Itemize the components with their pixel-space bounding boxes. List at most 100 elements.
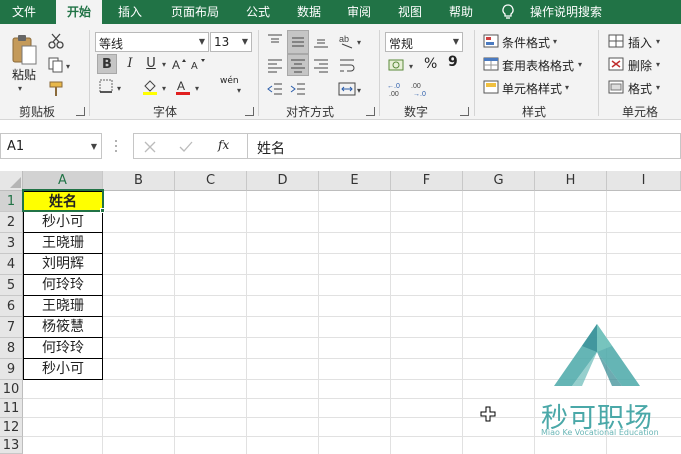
merge-dropdown-icon[interactable]: ▾ [357,86,361,95]
bold-button[interactable]: B [97,54,117,74]
number-format-select[interactable]: 常规 ▼ [385,32,463,52]
cell-a4[interactable]: 刘明辉 [23,254,103,275]
column-header-g[interactable]: G [463,171,535,191]
borders-dropdown-icon[interactable]: ▾ [117,84,121,93]
name-box[interactable]: A1 ▼ [0,133,102,159]
cell-styles-dropdown-icon[interactable]: ▾ [565,83,569,92]
enter-icon[interactable] [178,140,194,154]
tab-help[interactable]: 帮助 [440,0,482,24]
row-header-9[interactable]: 9 [0,359,23,380]
copy-dropdown-icon[interactable]: ▾ [66,62,70,71]
font-color-icon[interactable]: A [174,78,192,96]
increase-indent-icon[interactable] [289,80,307,98]
borders-icon[interactable] [98,78,114,94]
font-name-select[interactable]: 等线 ▼ [95,32,209,52]
row-header-3[interactable]: 3 [0,233,23,254]
conditional-format-button[interactable]: 条件格式 [502,34,550,51]
format-cells-icon[interactable] [608,80,624,94]
formula-input[interactable]: 姓名 [247,133,681,159]
column-header-i[interactable]: I [607,171,681,191]
clipboard-launcher-icon[interactable] [76,107,85,116]
drag-handle-icon[interactable] [113,138,119,154]
phonetic-button[interactable]: wén [220,76,239,86]
cell-a2[interactable]: 秒小可 [23,212,103,233]
align-right-icon[interactable] [312,56,330,74]
row-header-6[interactable]: 6 [0,296,23,317]
tab-page-layout[interactable]: 页面布局 [160,0,230,24]
column-header-a[interactable]: A [23,171,103,191]
cell-a7[interactable]: 杨筱慧 [23,317,103,338]
row-header-13[interactable]: 13 [0,437,23,454]
insert-cells-button[interactable]: 插入 [628,34,652,51]
cancel-icon[interactable] [143,140,157,154]
font-color-dropdown-icon[interactable]: ▾ [195,84,199,93]
format-painter-icon[interactable] [47,80,65,98]
format-as-table-icon[interactable] [483,57,499,71]
font-size-select[interactable]: 13 ▼ [210,32,252,52]
alignment-launcher-icon[interactable] [366,107,375,116]
insert-function-button[interactable]: fx [218,138,229,152]
increase-decimal-icon[interactable]: ←.0 .00 [387,80,407,98]
align-left-icon[interactable] [266,56,284,74]
cell-a6[interactable]: 王晓珊 [23,296,103,317]
format-cells-button[interactable]: 格式 [628,80,652,97]
cell-styles-icon[interactable] [483,80,499,94]
table-dropdown-icon[interactable]: ▾ [578,60,582,69]
row-header-5[interactable]: 5 [0,275,23,296]
orientation-dropdown-icon[interactable]: ▾ [357,38,361,47]
row-header-4[interactable]: 4 [0,254,23,275]
column-header-e[interactable]: E [319,171,391,191]
orientation-icon[interactable]: ab [338,32,356,50]
copy-icon[interactable] [47,56,65,74]
align-bottom-icon[interactable] [312,32,330,50]
insert-dropdown-icon[interactable]: ▾ [656,37,660,46]
tab-data[interactable]: 数据 [288,0,330,24]
column-header-d[interactable]: D [247,171,319,191]
insert-cells-icon[interactable] [608,34,624,48]
cell-a9[interactable]: 秒小可 [23,359,103,380]
cell-a5[interactable]: 何玲玲 [23,275,103,296]
percent-style-button[interactable]: % [424,56,437,72]
cut-icon[interactable] [47,32,65,50]
fill-color-icon[interactable] [141,78,159,96]
row-header-7[interactable]: 7 [0,317,23,338]
align-top-icon[interactable] [266,32,284,50]
row-header-2[interactable]: 2 [0,212,23,233]
column-header-h[interactable]: H [535,171,607,191]
cell-a8[interactable]: 何玲玲 [23,338,103,359]
font-launcher-icon[interactable] [245,107,254,116]
delete-cells-icon[interactable] [608,57,624,71]
align-middle-button[interactable] [287,30,309,54]
tell-me-search[interactable]: 操作说明搜索 [522,0,610,24]
accounting-format-icon[interactable] [387,56,407,74]
fill-color-dropdown-icon[interactable]: ▾ [162,84,166,93]
tab-formulas[interactable]: 公式 [238,0,278,24]
tab-home[interactable]: 开始 [56,0,102,24]
format-dropdown-icon[interactable]: ▾ [656,83,660,92]
underline-button[interactable]: U [141,54,161,74]
italic-button[interactable]: I [120,54,140,74]
fill-handle[interactable] [100,208,105,213]
paste-dropdown-icon[interactable]: ▾ [18,84,22,93]
wrap-text-icon[interactable] [338,56,356,74]
delete-dropdown-icon[interactable]: ▾ [656,60,660,69]
cell-styles-button[interactable]: 单元格样式 [502,80,562,97]
row-header-11[interactable]: 11 [0,399,23,418]
column-header-c[interactable]: C [175,171,247,191]
paste-label[interactable]: 粘贴 [12,66,36,83]
decrease-font-icon[interactable]: A [190,56,206,72]
cell-a3[interactable]: 王晓珊 [23,233,103,254]
align-center-button[interactable] [287,54,309,76]
underline-dropdown-icon[interactable]: ▾ [162,60,166,69]
tab-review[interactable]: 审阅 [338,0,380,24]
column-header-f[interactable]: F [391,171,463,191]
format-as-table-button[interactable]: 套用表格格式 [502,57,574,74]
row-header-1[interactable]: 1 [0,191,23,212]
tab-file[interactable]: 文件 [0,0,48,24]
merge-center-icon[interactable] [338,80,356,98]
number-launcher-icon[interactable] [460,107,469,116]
decrease-indent-icon[interactable] [266,80,284,98]
row-header-8[interactable]: 8 [0,338,23,359]
row-header-10[interactable]: 10 [0,380,23,399]
decrease-decimal-icon[interactable]: .00 →.0 [411,80,431,98]
